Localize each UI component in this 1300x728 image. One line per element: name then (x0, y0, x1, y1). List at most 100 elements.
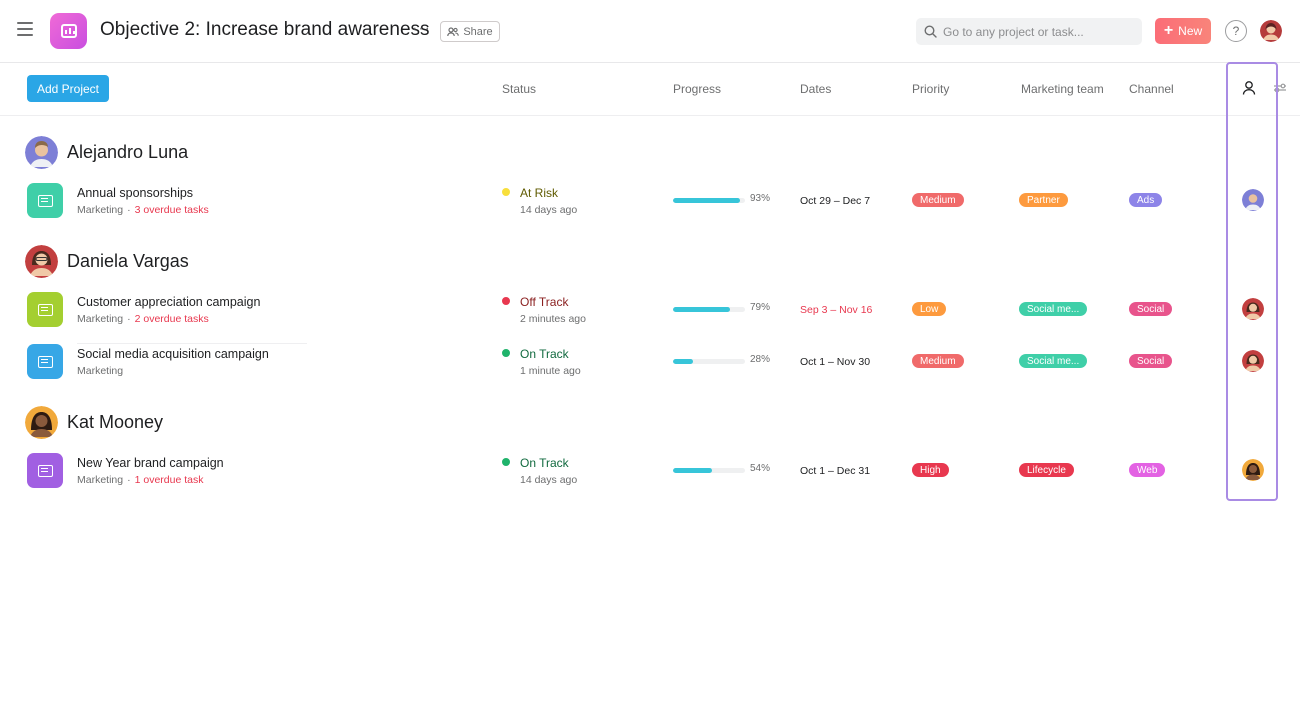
table-row[interactable]: Social media acquisition campaign Marketi… (0, 344, 1300, 396)
column-header-dates[interactable]: Dates (800, 82, 831, 96)
project-icon[interactable] (27, 183, 63, 218)
status-dot (502, 188, 510, 196)
status-label[interactable]: At Risk (520, 186, 558, 200)
project-team: Marketing (77, 313, 124, 325)
priority-tag[interactable]: Low (912, 302, 947, 316)
marketing-team-tag[interactable]: Partner (1019, 193, 1068, 207)
goal-app-icon (50, 13, 87, 49)
avatar (25, 406, 58, 439)
priority-tag[interactable]: High (912, 463, 949, 477)
project-subtitle: Marketing · 1 overdue task (77, 474, 204, 486)
column-header-channel[interactable]: Channel (1129, 82, 1174, 96)
search-icon (924, 25, 937, 38)
add-project-button[interactable]: Add Project (27, 75, 109, 102)
project-dates[interactable]: Oct 29 – Dec 7 (800, 195, 870, 207)
group-header: Daniela Vargas (25, 245, 189, 278)
progress-bar (673, 359, 745, 364)
project-dates[interactable]: Oct 1 – Dec 31 (800, 465, 870, 477)
owner-avatar[interactable] (1242, 298, 1264, 320)
share-label: Share (463, 25, 493, 38)
project-subtitle: Marketing · 3 overdue tasks (77, 204, 209, 216)
project-name[interactable]: New Year brand campaign (77, 456, 224, 470)
new-button[interactable]: + New (1155, 18, 1211, 44)
column-header-status[interactable]: Status (502, 82, 536, 96)
group-header: Alejandro Luna (25, 136, 188, 169)
page-title: Objective 2: Increase brand awareness (100, 19, 430, 40)
channel-tag[interactable]: Social (1129, 302, 1173, 316)
project-icon[interactable] (27, 292, 63, 327)
avatar (25, 136, 58, 169)
column-header-progress[interactable]: Progress (673, 82, 721, 96)
separator-dot: · (127, 204, 131, 216)
project-subtitle: Marketing · 2 overdue tasks (77, 313, 209, 325)
group-header: Kat Mooney (25, 406, 163, 439)
group-owner-name: Kat Mooney (67, 412, 164, 432)
priority-tag[interactable]: Medium (912, 193, 964, 207)
owner-avatar[interactable] (1242, 459, 1264, 481)
overdue-tasks[interactable]: 2 overdue tasks (135, 313, 209, 325)
project-team: Marketing (77, 365, 124, 377)
project-team: Marketing (77, 204, 124, 216)
plus-icon: + (1163, 22, 1174, 39)
channel-tag[interactable]: Social (1129, 354, 1173, 368)
column-header-priority[interactable]: Priority (912, 82, 949, 96)
project-subtitle: Marketing (77, 365, 123, 377)
marketing-team-tag[interactable]: Social me... (1019, 302, 1088, 316)
owner-column-highlight (1226, 62, 1278, 501)
progress-bar (673, 468, 745, 473)
owner-column-icon[interactable] (1241, 80, 1257, 96)
status-label[interactable]: On Track (520, 456, 569, 470)
progress-percent: 54% (750, 463, 771, 474)
channel-tag[interactable]: Ads (1129, 193, 1163, 207)
menu-icon[interactable] (17, 22, 33, 36)
progress-bar (673, 307, 745, 312)
group-owner-name: Alejandro Luna (67, 142, 189, 162)
avatar (25, 245, 58, 278)
help-button[interactable]: ? (1225, 20, 1247, 42)
search-input[interactable] (943, 24, 1133, 39)
column-header-marketing-team[interactable]: Marketing team (1021, 82, 1104, 96)
progress-percent: 93% (750, 193, 771, 204)
status-dot (502, 458, 510, 466)
status-updated-time: 14 days ago (520, 204, 578, 216)
more-options-icon[interactable]: ··· (412, 20, 431, 38)
project-name[interactable]: Customer appreciation campaign (77, 295, 260, 309)
marketing-team-tag[interactable]: Social me... (1019, 354, 1088, 368)
header-divider (0, 115, 1300, 116)
status-updated-time: 14 days ago (520, 474, 578, 486)
status-label[interactable]: On Track (520, 347, 569, 361)
new-label: New (1178, 24, 1203, 38)
progress-percent: 79% (750, 302, 771, 313)
share-button[interactable]: Share (440, 21, 500, 42)
search-bar[interactable] (916, 18, 1142, 45)
project-doc-icon (37, 355, 53, 368)
project-team: Marketing (77, 474, 124, 486)
owner-avatar[interactable] (1242, 189, 1264, 211)
project-name[interactable]: Annual sponsorships (77, 186, 193, 200)
table-row[interactable]: New Year brand campaign Marketing · 1 overd… (0, 453, 1300, 505)
priority-tag[interactable]: Medium (912, 354, 964, 368)
status-dot (502, 297, 510, 305)
progress-fill (673, 198, 740, 203)
status-updated-time: 1 minute ago (520, 365, 581, 377)
owner-avatar[interactable] (1242, 350, 1264, 372)
customize-columns-icon[interactable] (1272, 80, 1288, 96)
user-avatar[interactable] (1260, 20, 1282, 42)
project-name[interactable]: Social media acquisition campaign (77, 347, 269, 361)
overdue-tasks[interactable]: 1 overdue task (135, 474, 204, 486)
project-dates[interactable]: Oct 1 – Nov 30 (800, 356, 870, 368)
status-label[interactable]: Off Track (520, 295, 568, 309)
project-doc-icon (37, 303, 53, 316)
marketing-team-tag[interactable]: Lifecycle (1019, 463, 1074, 477)
table-row[interactable]: Customer appreciation campaign Marketing ·… (0, 292, 1300, 344)
project-icon[interactable] (27, 453, 63, 488)
people-icon (447, 26, 460, 36)
table-row[interactable]: Annual sponsorships Marketing · 3 overdue t… (0, 183, 1300, 235)
project-icon[interactable] (27, 344, 63, 379)
project-dates[interactable]: Sep 3 – Nov 16 (800, 304, 872, 316)
overdue-tasks[interactable]: 3 overdue tasks (135, 204, 209, 216)
project-doc-icon (37, 194, 53, 207)
progress-fill (673, 468, 712, 473)
status-dot (502, 349, 510, 357)
channel-tag[interactable]: Web (1129, 463, 1166, 477)
